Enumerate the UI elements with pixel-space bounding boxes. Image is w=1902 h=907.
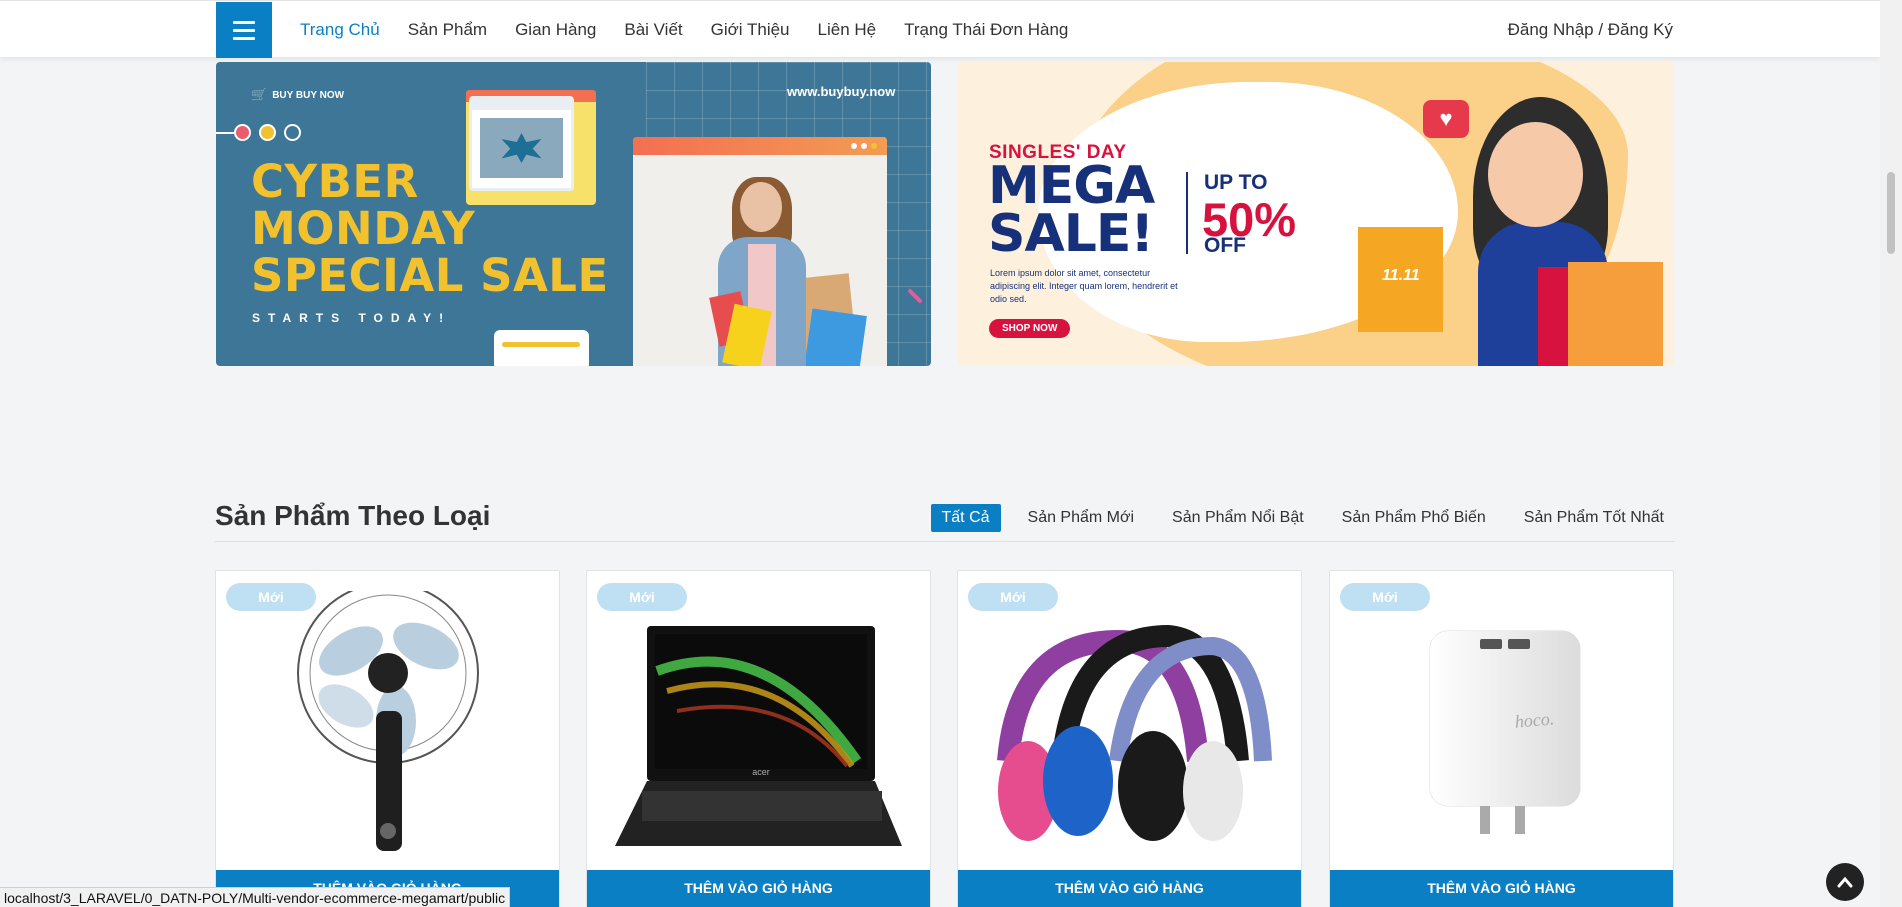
new-badge: Mới <box>597 583 687 611</box>
nav-link-products[interactable]: Sản Phẩm <box>408 20 487 40</box>
main-nav: Trang Chủ Sản Phẩm Gian Hàng Bài Viết Gi… <box>300 1 1068 58</box>
usb-charger-image: hoco. <box>1429 630 1581 834</box>
charger-brand-text: hoco. <box>1514 708 1555 731</box>
divider <box>1186 172 1188 254</box>
add-to-cart-button[interactable]: THÊM VÀO GIỎ HÀNG <box>587 870 930 907</box>
nav-link-about[interactable]: Giới Thiệu <box>711 20 790 40</box>
banner-subtitle: STARTS TODAY! <box>252 311 452 325</box>
shopper-illustration <box>1488 122 1583 227</box>
nav-link-stores[interactable]: Gian Hàng <box>515 20 596 40</box>
section-title: Sản Phẩm Theo Loại <box>215 500 491 531</box>
banner-up-to: UP TO <box>1204 171 1268 194</box>
product-card[interactable]: hoco. Mới THÊM VÀO GIỎ HÀNG <box>1329 570 1674 907</box>
add-to-cart-button[interactable]: THÊM VÀO GIỎ HÀNG <box>1330 870 1673 907</box>
category-tabs: Tất Cả Sản Phẩm Mới Sản Phẩm Nổi Bật Sản… <box>915 504 1676 532</box>
add-to-cart-button[interactable]: THÊM VÀO GIỎ HÀNG <box>958 870 1301 907</box>
banner-brand-text: BUY BUY NOW <box>272 89 345 101</box>
heart-icon: ♥ <box>1423 100 1469 138</box>
scrollbar-thumb[interactable] <box>1887 172 1895 254</box>
top-navbar: Trang Chủ Sản Phẩm Gian Hàng Bài Viết Gi… <box>0 0 1880 58</box>
hamburger-icon-bar <box>233 28 255 32</box>
shopping-bag-illustration: 11.11 <box>1358 227 1443 332</box>
shopper-photo <box>633 137 887 366</box>
headphones-image <box>997 624 1272 841</box>
slider-dots-decoration <box>216 124 309 141</box>
chevron-up-icon <box>1837 876 1853 888</box>
hamburger-icon-bar <box>233 20 255 24</box>
browser-status-url: localhost/3_LARAVEL/0_DATN-POLY/Multi-ve… <box>0 887 511 907</box>
nav-link-contact[interactable]: Liên Hệ <box>818 20 877 40</box>
tab-best-products[interactable]: Sản Phẩm Tốt Nhất <box>1513 504 1675 532</box>
standing-fan-image <box>297 591 479 851</box>
laptop-brand-text: acer <box>752 767 770 777</box>
cart-icon: 🛒 <box>251 87 268 102</box>
login-register-link[interactable]: Đăng Nhập / Đăng Ký <box>1508 1 1673 58</box>
product-card[interactable]: Mới THÊM VÀO GIỎ HÀNG <box>957 570 1302 907</box>
new-badge: Mới <box>1340 583 1430 611</box>
banner-website: www.buybuy.now <box>787 84 896 99</box>
hamburger-menu-button[interactable] <box>216 2 272 58</box>
tab-all[interactable]: Tất Cả <box>930 504 1001 532</box>
back-to-top-button[interactable] <box>1826 863 1864 901</box>
nav-link-posts[interactable]: Bài Viết <box>624 20 682 40</box>
page-scrollbar[interactable] <box>1880 0 1902 907</box>
nav-link-order-status[interactable]: Trạng Thái Đơn Hàng <box>904 20 1068 40</box>
banner-title: CYBER MONDAY SPECIAL SALE <box>251 155 609 302</box>
shopping-bag-illustration <box>1568 262 1663 366</box>
nav-link-home[interactable]: Trang Chủ <box>300 20 380 40</box>
banner-body: Lorem ipsum dolor sit amet, consectetur … <box>990 268 1178 304</box>
acer-laptop-image: acer <box>615 626 902 846</box>
new-badge: Mới <box>226 583 316 611</box>
product-card[interactable]: acer Mới THÊM VÀO GIỎ HÀNG <box>586 570 931 907</box>
tab-new-products[interactable]: Sản Phẩm Mới <box>1017 504 1146 532</box>
product-card[interactable]: Mới THÊM VÀO GIỎ HÀNG <box>215 570 560 907</box>
banner-title: MEGA SALE! <box>988 156 1155 264</box>
hamburger-icon-bar <box>233 36 255 40</box>
banner-singles-day[interactable]: SINGLES' DAY MEGA SALE! UP TO 50% OFF Lo… <box>958 62 1674 366</box>
shop-now-button[interactable]: SHOP NOW <box>989 319 1071 338</box>
section-divider <box>215 541 1675 542</box>
new-badge: Mới <box>968 583 1058 611</box>
chat-bubble-decoration <box>494 330 589 366</box>
tab-featured-products[interactable]: Sản Phẩm Nổi Bật <box>1161 504 1315 532</box>
tab-popular-products[interactable]: Sản Phẩm Phổ Biến <box>1331 504 1497 532</box>
banner-off: OFF <box>1204 234 1246 257</box>
banner-cyber-monday[interactable]: 🛒 BUY BUY NOW www.buybuy.now CYBER MONDA… <box>216 62 931 366</box>
banner-brand: 🛒 BUY BUY NOW <box>251 87 344 103</box>
